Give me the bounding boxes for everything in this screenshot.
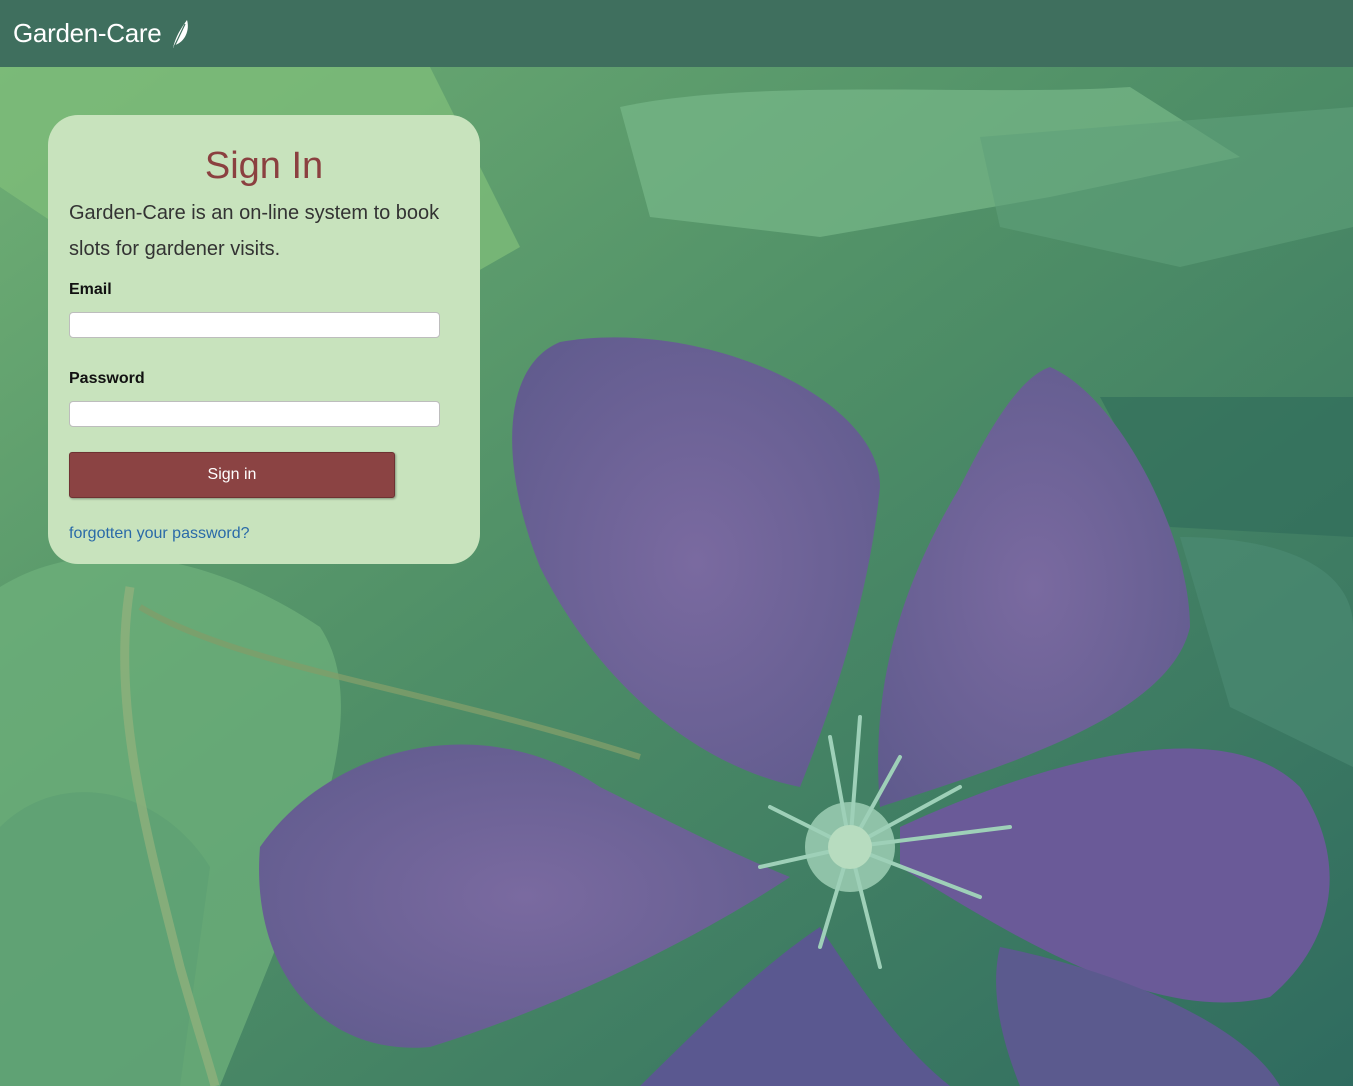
page-title: Sign In [204, 145, 324, 187]
page: Garden-Care Sign In Garden-Care is an on… [0, 0, 1353, 1086]
forgot-password-link[interactable]: forgotten your password? [69, 525, 250, 543]
sign-in-button[interactable]: Sign in [69, 452, 395, 498]
leaf-icon [173, 19, 189, 48]
password-field[interactable] [69, 401, 440, 427]
signin-card: Sign In Garden-Care is an on-line system… [48, 115, 480, 564]
email-label: Email [69, 281, 112, 298]
intro-text: Garden-Care is an on-line system to book… [69, 202, 440, 260]
password-label: Password [69, 370, 145, 387]
brand-link[interactable]: Garden-Care [13, 18, 190, 50]
email-field[interactable] [69, 312, 440, 338]
brand-name: Garden-Care [13, 18, 162, 48]
navbar: Garden-Care [0, 0, 1353, 67]
